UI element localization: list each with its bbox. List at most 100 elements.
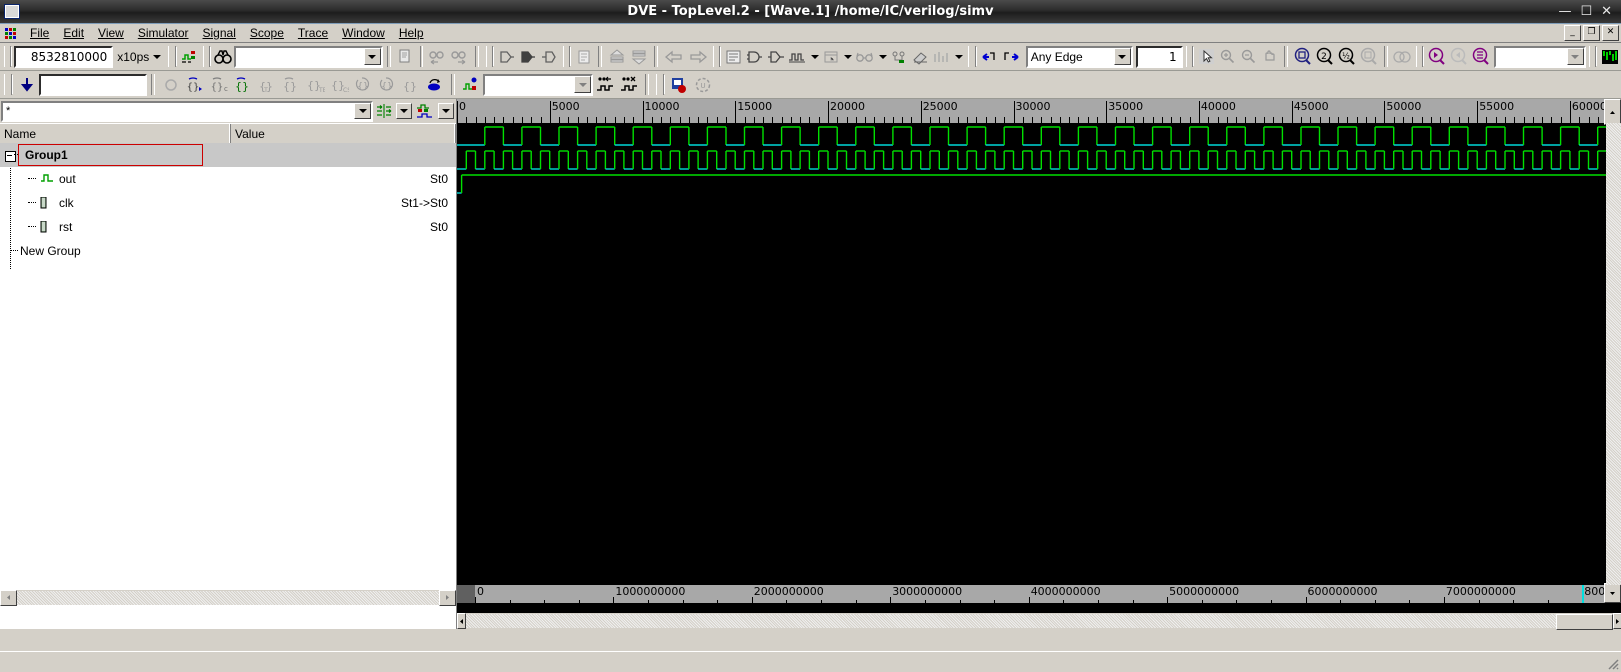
signal-pane-hscrollbar[interactable]	[0, 589, 456, 606]
time-icon[interactable]	[822, 46, 841, 68]
tree-row-clk[interactable]: clk St1->St0	[0, 191, 456, 215]
menu-help[interactable]: Help	[392, 25, 431, 41]
tree-row-out[interactable]: out St0	[0, 167, 456, 191]
group-waveform-icon[interactable]	[414, 101, 436, 121]
toolbar-grip-5[interactable]	[562, 46, 571, 67]
next-marker-icon[interactable]	[1449, 46, 1469, 68]
goto-field[interactable]	[39, 73, 147, 96]
waveform-canvas[interactable]	[457, 123, 1621, 583]
toolbar-grip-7[interactable]	[968, 46, 976, 67]
wave-scroll-trough[interactable]	[466, 614, 1613, 630]
expander-icon[interactable]	[5, 151, 16, 162]
toolbar-grip-3[interactable]	[202, 46, 210, 67]
filter-input[interactable]: *	[6, 105, 10, 117]
eraser-icon[interactable]	[911, 46, 930, 68]
move-down-icon[interactable]	[629, 46, 649, 68]
menu-view[interactable]: View	[91, 25, 131, 41]
search-prev-icon[interactable]	[428, 46, 448, 68]
bookmark-combo-arrow[interactable]	[1566, 48, 1584, 65]
expand-bus-icon[interactable]	[497, 46, 516, 68]
signal-rst[interactable]: rst	[40, 220, 72, 234]
wave-scroll-up-button[interactable]	[1604, 99, 1621, 125]
menu-simulator[interactable]: Simulator	[131, 25, 196, 41]
binoculars-icon[interactable]	[214, 46, 233, 68]
forward-icon[interactable]	[687, 46, 709, 68]
bookmark-combo[interactable]	[1494, 45, 1586, 68]
signal-out[interactable]: out	[40, 172, 76, 186]
wave-scroll-right-button[interactable]	[1613, 613, 1621, 629]
marker-list-icon[interactable]	[1471, 46, 1491, 68]
filter-combo-arrow[interactable]	[354, 103, 371, 119]
waveform-compare-icon[interactable]	[180, 46, 199, 68]
glasses-icon[interactable]	[855, 46, 875, 68]
brace-tb-icon[interactable]: {} TB	[304, 74, 326, 96]
path-dropdown-arrow[interactable]	[954, 46, 964, 68]
menu-window[interactable]: Window	[335, 25, 392, 41]
list-view-icon[interactable]	[574, 46, 593, 68]
sort-dropdown-arrow[interactable]	[396, 101, 412, 121]
zoom-2x-icon[interactable]: 2	[1315, 46, 1335, 68]
prev-edge-icon[interactable]	[980, 46, 1000, 68]
logic-gate-icon[interactable]	[745, 46, 764, 68]
close-button[interactable]: ✕	[1601, 5, 1612, 18]
zoom-region-icon[interactable]	[1359, 46, 1379, 68]
tree-row-new-group[interactable]: New Group	[0, 239, 456, 263]
signal-search-arrow[interactable]	[574, 76, 591, 93]
refresh-icon[interactable]: U	[692, 74, 714, 96]
overview-cursor[interactable]	[1582, 585, 1585, 603]
toolbar2-grip-2[interactable]	[656, 74, 664, 95]
wave-scroll-thumb[interactable]	[1556, 614, 1613, 630]
schematic-icon[interactable]	[890, 46, 909, 68]
toolbar-grip-1[interactable]	[4, 46, 12, 67]
edge-select-arrow[interactable]	[1113, 48, 1131, 65]
brace-cs3-icon[interactable]: {}	[376, 74, 398, 96]
remove-signal-icon[interactable]	[618, 74, 640, 96]
signal-icon[interactable]	[460, 74, 482, 96]
search-combo-arrow[interactable]	[363, 48, 381, 65]
sort-icon[interactable]	[374, 101, 394, 121]
zoom-fit-icon[interactable]	[1293, 46, 1313, 68]
search-next-icon[interactable]	[450, 46, 470, 68]
zoom-in-icon[interactable]	[1218, 46, 1237, 68]
wave-scroll-down-button[interactable]	[1604, 583, 1621, 603]
move-up-icon[interactable]	[607, 46, 627, 68]
toolbar2-grip-1[interactable]	[4, 74, 12, 95]
path-icon[interactable]	[932, 46, 952, 68]
signal-search-combo[interactable]	[483, 73, 593, 96]
down-arrow-icon[interactable]	[16, 74, 38, 96]
column-header-value[interactable]: Value	[231, 124, 456, 143]
record-icon[interactable]	[160, 74, 182, 96]
toolbar-grip-9[interactable]	[1415, 46, 1424, 67]
menu-edit[interactable]: Edit	[56, 25, 91, 41]
waveform-dropdown-arrow[interactable]	[809, 46, 819, 68]
toolbar-grip-8[interactable]	[1185, 46, 1193, 67]
scroll-left-button[interactable]	[0, 589, 17, 606]
menu-file[interactable]: File	[23, 25, 56, 41]
stop-icon[interactable]	[668, 74, 690, 96]
scroll-right-button[interactable]	[439, 589, 456, 606]
matrix-icon[interactable]	[1600, 46, 1620, 68]
zoom-out-icon[interactable]	[1239, 46, 1258, 68]
mdi-close-button[interactable]: ✕	[1602, 25, 1619, 41]
brace-top-icon[interactable]: {}	[280, 74, 302, 96]
pan-icon[interactable]	[1260, 46, 1279, 68]
signal-clk[interactable]: clk	[40, 196, 74, 210]
brace-t-icon[interactable]: {} T	[256, 74, 278, 96]
resize-grip[interactable]	[1605, 656, 1621, 672]
time-value-field[interactable]: 8532810000	[14, 45, 114, 68]
group-dropdown-arrow[interactable]	[438, 101, 454, 121]
toolbar-grip-10[interactable]	[1588, 46, 1596, 67]
toolbar-grip-4[interactable]	[486, 46, 494, 67]
menu-scope[interactable]: Scope	[243, 25, 291, 41]
scroll-trough[interactable]	[17, 590, 439, 605]
minimize-button[interactable]: —	[1558, 5, 1571, 18]
time-dropdown-arrow[interactable]	[843, 46, 853, 68]
collapse-bus-icon[interactable]	[519, 46, 538, 68]
tree-row-rst[interactable]: rst St0	[0, 215, 456, 239]
waveform-icon[interactable]	[787, 46, 807, 68]
brace-down-icon[interactable]: {}	[232, 74, 254, 96]
mdi-minimize-button[interactable]: _	[1564, 25, 1581, 41]
maximize-button[interactable]: ☐	[1580, 5, 1592, 18]
next-edge-icon[interactable]	[1002, 46, 1022, 68]
wave-scroll-left-button[interactable]	[457, 613, 466, 629]
